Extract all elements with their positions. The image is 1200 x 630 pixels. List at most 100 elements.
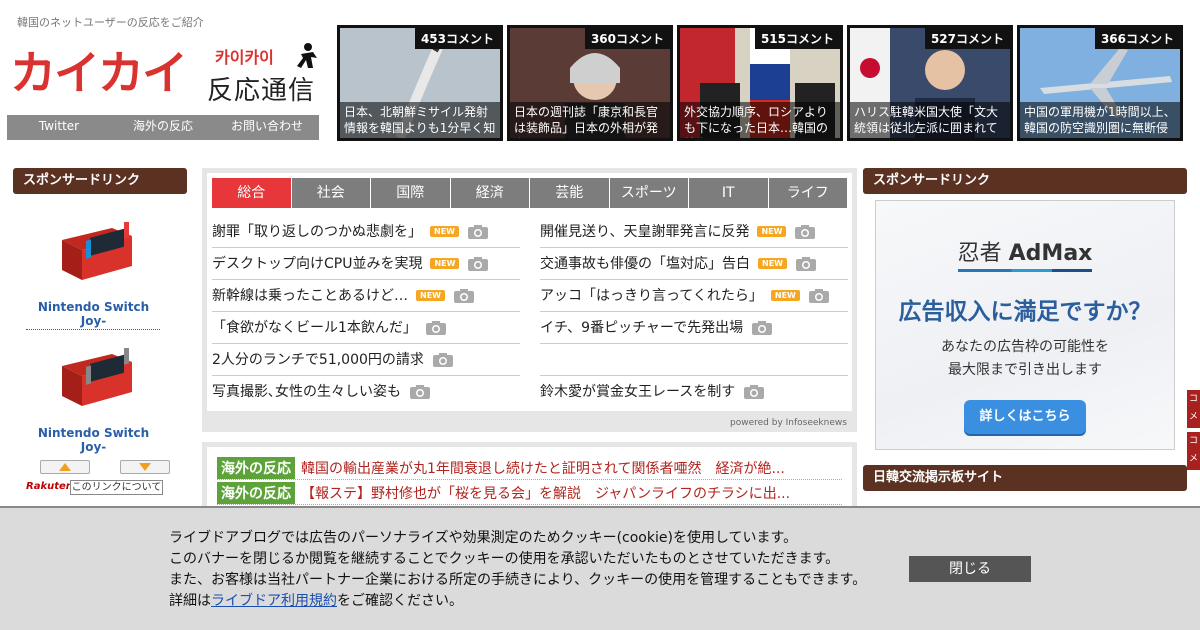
ad-logo-b: AdMax xyxy=(1008,241,1093,266)
news-title[interactable]: 新幹線は乗ったことあるけど… xyxy=(212,280,408,311)
news-item[interactable]: 新幹線は乗ったことあるけど… NEW xyxy=(212,280,520,312)
new-badge: NEW xyxy=(757,226,787,237)
cookie-line-suffix: をご確認ください。 xyxy=(337,593,463,609)
news-title[interactable]: 2人分のランチで51,000円の請求 xyxy=(212,344,424,375)
ad-details-button[interactable]: 詳しくはこちら xyxy=(964,400,1086,434)
sponsored-product[interactable]: Nintendo Switch Joy- xyxy=(26,219,161,328)
powered-by: powered by Infoseeknews xyxy=(730,418,847,428)
ad-logo: 忍者 AdMax xyxy=(876,235,1174,267)
tab-life[interactable]: ライフ xyxy=(768,178,847,208)
news-title[interactable]: 交通事故も俳優の「塩対応」告白 xyxy=(540,248,750,279)
arrow-up-icon xyxy=(59,463,71,471)
news-item[interactable]: 「食欲がなくビール1本飲んだ」 xyxy=(212,312,520,344)
new-badge: NEW xyxy=(416,290,445,301)
cookie-close-button[interactable]: 閉じる xyxy=(909,556,1031,582)
news-item[interactable]: 写真撮影､女性の生々しい姿も xyxy=(212,376,520,408)
carousel-up-button[interactable] xyxy=(40,460,90,474)
tab-it[interactable]: IT xyxy=(689,178,768,208)
featured-article[interactable]: 515コメント 外交協力順序、ロシアよりも下になった日本…韓国の外交 xyxy=(677,25,843,141)
comment-count: 360コメント xyxy=(584,28,670,49)
reaction-row[interactable]: 海外の反応 韓国の輸出産業が丸1年間衰退し続けたと証明されて関係者唖然 経済が絶… xyxy=(217,456,842,480)
news-title[interactable]: 「食欲がなくビール1本飲んだ」 xyxy=(212,312,417,343)
news-title[interactable]: 鈴木愛が賞金女王レースを制す xyxy=(540,376,735,408)
news-title[interactable]: 写真撮影､女性の生々しい姿も xyxy=(212,376,401,408)
tab-general[interactable]: 総合 xyxy=(212,178,291,208)
logo-main-text: カイカイ xyxy=(10,46,188,100)
news-title[interactable]: イチ、9番ピッチャーで先発出場 xyxy=(540,312,743,343)
ad-body: あなたの広告枠の可能性を 最大限まで引き出します xyxy=(876,336,1174,382)
nav-twitter[interactable]: Twitter xyxy=(7,115,111,140)
product-name[interactable]: Nintendo Switch Joy- xyxy=(26,300,161,328)
reaction-row[interactable]: 海外の反応 【報ステ】野村修也が「桜を見る会」を解説 ジャパンライフのチラシに出… xyxy=(217,481,842,505)
tab-entertainment[interactable]: 芸能 xyxy=(530,178,609,208)
camera-icon xyxy=(425,320,446,335)
camera-icon xyxy=(468,256,489,271)
featured-caption: 日本、北朝鮮ミサイル発射情報を韓国よりも1分早く知ら xyxy=(340,102,500,138)
reaction-link[interactable]: 【報ステ】野村修也が「桜を見る会」を解説 ジャパンライフのチラシに出... xyxy=(301,483,790,503)
featured-articles: 453コメント 日本、北朝鮮ミサイル発射情報を韓国よりも1分早く知ら 360コメ… xyxy=(337,25,1183,141)
carousel-down-button[interactable] xyxy=(120,460,170,474)
news-list-left: 謝罪「取り返しのつかぬ悲劇を」 NEW デスクトップ向けCPU並みを実現 NEW 新幹線… xyxy=(212,216,520,408)
reaction-badge: 海外の反応 xyxy=(217,481,295,504)
news-tabs: 総合 社会 国際 経済 芸能 スポーツ IT ライフ xyxy=(212,178,847,208)
cookie-line: ライブドアブログでは広告のパーソナライズや効果測定のためクッキー(cookie)… xyxy=(169,530,798,546)
page: 韓国のネットユーザーの反応をご紹介 カイカイ 카이카이 反応通信 Twitter… xyxy=(0,0,1200,630)
news-title[interactable]: デスクトップ向けCPU並みを実現 xyxy=(212,248,422,279)
news-title[interactable]: アッコ「はっきり言ってくれたら」 xyxy=(540,280,763,311)
news-title[interactable]: 開催見送り、天皇謝罪発言に反発 xyxy=(540,216,749,247)
news-item[interactable]: 2人分のランチで51,000円の請求 xyxy=(212,344,520,376)
camera-icon xyxy=(808,288,829,303)
main-nav: Twitter 海外の反応 お問い合わせ xyxy=(7,115,319,140)
tab-economy[interactable]: 経済 xyxy=(450,178,529,208)
reaction-badge: 海外の反応 xyxy=(217,456,295,479)
news-item[interactable]: 交通事故も俳優の「塩対応」告白 NEW xyxy=(540,248,848,280)
about-link-button[interactable]: このリンクについて xyxy=(70,480,163,495)
camera-icon xyxy=(795,256,816,271)
terms-link[interactable]: ライブドア利用規約 xyxy=(211,593,337,609)
comment-count: 527コメント xyxy=(924,28,1010,49)
reaction-link[interactable]: 韓国の輸出産業が丸1年間衰退し続けたと証明されて関係者唖然 経済が絶... xyxy=(301,458,785,478)
featured-article[interactable]: 453コメント 日本、北朝鮮ミサイル発射情報を韓国よりも1分早く知ら xyxy=(337,25,503,141)
comment-count: 366コメント xyxy=(1094,28,1180,49)
news-item[interactable]: デスクトップ向けCPU並みを実現 NEW xyxy=(212,248,520,280)
news-item[interactable]: アッコ「はっきり言ってくれたら」 NEW xyxy=(540,280,848,312)
ad-headline: 広告収入に満足ですか？ xyxy=(898,299,1152,325)
camera-icon xyxy=(795,224,816,239)
rakuten-logo[interactable]: Rakuten xyxy=(26,481,73,492)
nav-contact[interactable]: お問い合わせ xyxy=(215,115,319,140)
camera-icon xyxy=(752,320,773,335)
new-badge: NEW xyxy=(430,226,459,237)
camera-icon xyxy=(410,385,430,399)
featured-caption: 中国の軍用機が1時間以上、韓国の防空識別圏に無断侵 xyxy=(1020,102,1180,138)
edge-comment-tab[interactable]: コメ xyxy=(1187,432,1200,470)
featured-caption: 日本の週刊誌「康京和長官は装飾品」日本の外相が発言し xyxy=(510,102,670,138)
product-name[interactable]: Nintendo Switch Joy- xyxy=(26,426,161,454)
featured-article[interactable]: 366コメント 中国の軍用機が1時間以上、韓国の防空識別圏に無断侵 xyxy=(1017,25,1183,141)
sponsored-product[interactable]: Nintendo Switch Joy- xyxy=(26,345,161,454)
camera-icon xyxy=(432,352,453,367)
admax-ad[interactable]: 忍者 AdMax 広告収入に満足ですか？ あなたの広告枠の可能性を 最大限まで引… xyxy=(875,200,1175,450)
logo-kana-text: 카이카이 xyxy=(215,48,274,67)
news-item[interactable]: イチ、9番ピッチャーで先発出場 xyxy=(540,312,848,344)
new-badge: NEW xyxy=(758,258,787,269)
comment-count: 515コメント xyxy=(754,28,840,49)
carousel-controls xyxy=(40,460,170,474)
featured-article[interactable]: 527コメント ハリス駐韓米国大使「文大統領は従北左派に囲まれてい xyxy=(847,25,1013,141)
divider xyxy=(26,329,160,330)
news-item[interactable]: 謝罪「取り返しのつかぬ悲劇を」 NEW xyxy=(212,216,520,248)
camera-icon xyxy=(744,385,765,399)
news-title[interactable]: 謝罪「取り返しのつかぬ悲劇を」 xyxy=(212,216,422,247)
camera-icon xyxy=(467,224,488,239)
logo-sub-text: 反応通信 xyxy=(207,76,316,106)
news-item[interactable]: 開催見送り、天皇謝罪発言に反発 NEW xyxy=(540,216,848,248)
tab-international[interactable]: 国際 xyxy=(371,178,450,208)
edge-comment-tab[interactable]: コメ xyxy=(1187,390,1200,428)
nav-overseas-reaction[interactable]: 海外の反応 xyxy=(111,115,215,140)
left-sponsor-heading: スポンサードリンク xyxy=(13,168,187,194)
featured-article[interactable]: 360コメント 日本の週刊誌「康京和長官は装飾品」日本の外相が発言し xyxy=(507,25,673,141)
news-item[interactable] xyxy=(540,344,848,376)
tab-sports[interactable]: スポーツ xyxy=(609,178,688,208)
tab-society[interactable]: 社会 xyxy=(291,178,370,208)
news-item[interactable]: 鈴木愛が賞金女王レースを制す xyxy=(540,376,848,408)
site-logo[interactable]: カイカイ 카이카이 反応通信 xyxy=(10,42,320,106)
